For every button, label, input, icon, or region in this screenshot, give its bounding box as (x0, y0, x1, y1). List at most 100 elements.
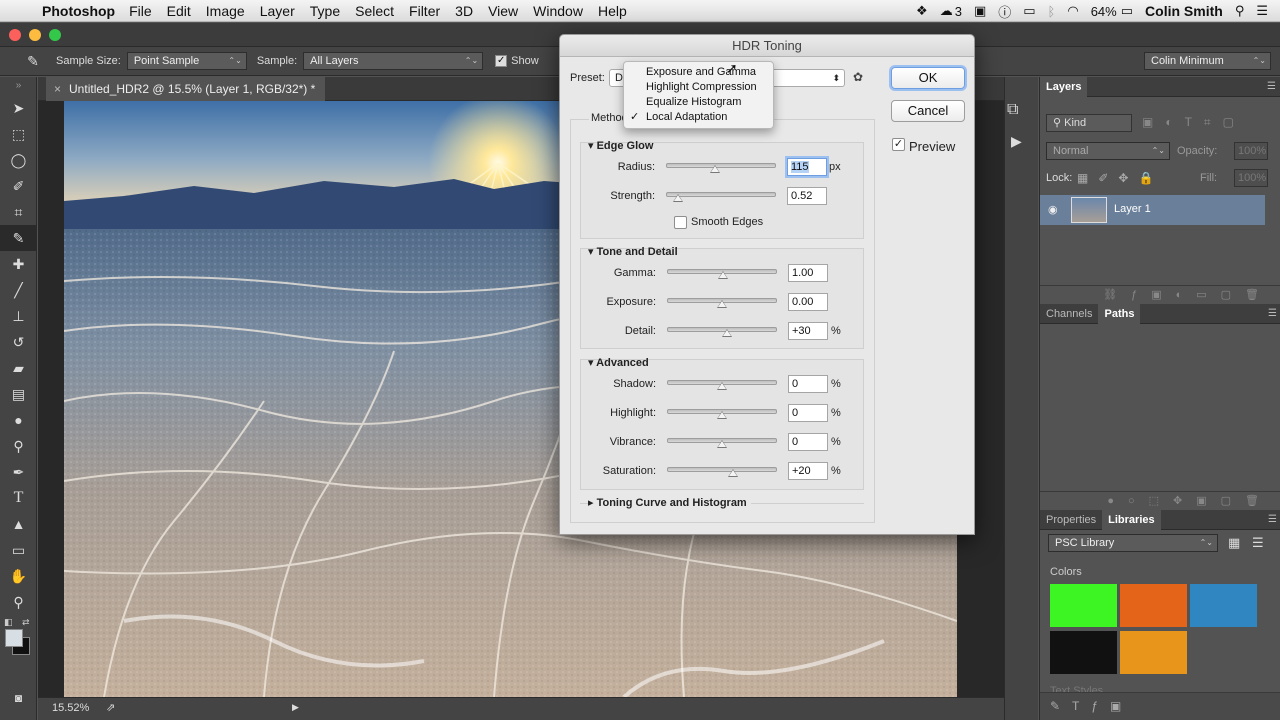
lasso-tool-icon[interactable]: ◯ (0, 147, 37, 173)
move-tool-icon[interactable]: ➤ (0, 95, 37, 121)
edge-glow-heading[interactable]: ▾ Edge Glow (588, 139, 653, 152)
vibrance-slider[interactable] (667, 438, 777, 448)
color-swatch-green[interactable] (1050, 584, 1117, 627)
clone-stamp-tool-icon[interactable]: ⊥ (0, 303, 37, 329)
healing-brush-tool-icon[interactable]: ✚ (0, 251, 37, 277)
actions-panel-icon[interactable]: ▶ (1011, 133, 1022, 150)
menu-image[interactable]: Image (206, 3, 245, 19)
color-swatch-black[interactable] (1050, 631, 1117, 674)
menu-layer[interactable]: Layer (260, 3, 295, 19)
paths-footer-icons[interactable]: ●○⬚✥▣▢🗑 (1040, 491, 1280, 509)
menu-view[interactable]: View (488, 3, 518, 19)
menu-select[interactable]: Select (355, 3, 394, 19)
menu-edit[interactable]: Edit (167, 3, 191, 19)
tab-paths[interactable]: Paths (1098, 303, 1141, 324)
zoom-window-button[interactable] (49, 29, 61, 41)
color-swatch-amber[interactable] (1120, 631, 1187, 674)
exposure-field[interactable]: 0.00 (788, 293, 828, 311)
strength-field[interactable]: 0.52 (787, 187, 827, 205)
minimize-window-button[interactable] (29, 29, 41, 41)
highlight-field[interactable]: 0 (788, 404, 828, 422)
layers-footer-icons[interactable]: ⛓ƒ▣◐▭▢🗑 (1040, 285, 1280, 303)
menu-3d[interactable]: 3D (455, 3, 473, 19)
preset-options-gear-icon[interactable]: ✿ (853, 70, 863, 84)
hand-tool-icon[interactable]: ✋ (0, 563, 37, 589)
default-colors-icon[interactable]: ◧ (4, 617, 13, 628)
lock-icons[interactable]: ▦✐✥🔒 (1077, 171, 1163, 185)
user-name[interactable]: Colin Smith (1145, 3, 1223, 19)
path-selection-tool-icon[interactable]: ▲ (0, 511, 37, 537)
detail-slider[interactable] (667, 327, 777, 337)
strength-slider[interactable] (666, 192, 776, 202)
blend-mode-select[interactable]: Normal (1046, 142, 1170, 160)
tab-layers[interactable]: Layers (1040, 76, 1088, 97)
history-brush-tool-icon[interactable]: ↺ (0, 329, 37, 355)
export-icon[interactable]: ⇗ (106, 701, 115, 714)
menu-help[interactable]: Help (598, 3, 627, 19)
exposure-slider[interactable] (667, 298, 777, 308)
dodge-tool-icon[interactable]: ⚲ (0, 433, 37, 459)
highlight-slider[interactable] (667, 409, 777, 419)
method-option-local-adaptation[interactable]: ✓ Local Adaptation (624, 110, 775, 125)
radius-slider[interactable] (666, 163, 776, 173)
shadow-slider[interactable] (667, 380, 777, 390)
zoom-level[interactable]: 15.52% (52, 702, 89, 714)
layer-filter-icons[interactable]: ▣◐T⌗▢ (1142, 115, 1246, 130)
shadow-field[interactable]: 0 (788, 375, 828, 393)
quick-selection-tool-icon[interactable]: ✐ (0, 173, 37, 199)
saturation-slider[interactable] (667, 467, 777, 477)
paths-panel-menu-icon[interactable]: ☰ (1268, 308, 1277, 319)
rectangle-tool-icon[interactable]: ▭ (0, 537, 37, 563)
smooth-edges-checkbox[interactable] (674, 216, 687, 229)
tab-libraries[interactable]: Libraries (1102, 509, 1161, 530)
airplay-icon[interactable]: ▭ (1023, 3, 1035, 19)
libraries-panel-menu-icon[interactable]: ☰ (1268, 514, 1277, 525)
libraries-footer-icons[interactable]: ✎Tƒ▣ (1040, 692, 1280, 720)
detail-field[interactable]: +30 (788, 322, 828, 340)
status-menu-arrow-icon[interactable]: ▶ (292, 702, 299, 713)
eyedropper-tool-preset-icon[interactable]: ✎ (20, 53, 46, 70)
eyedropper-tool-icon[interactable]: ✎ (0, 225, 37, 251)
close-document-icon[interactable]: × (54, 82, 61, 96)
gamma-slider[interactable] (667, 269, 777, 279)
marquee-tool-icon[interactable]: ⬚ (0, 121, 37, 147)
notification-list-icon[interactable]: ☰ (1256, 3, 1268, 19)
tone-detail-heading[interactable]: ▾ Tone and Detail (588, 245, 678, 258)
info-icon[interactable]: ⓘ (998, 2, 1011, 21)
method-option-highlight-compression[interactable]: Highlight Compression (624, 80, 775, 95)
saturation-field[interactable]: +20 (788, 462, 828, 480)
swap-colors-icon[interactable]: ⇄ (22, 617, 30, 628)
quick-mask-icon[interactable]: ◙ (0, 685, 37, 711)
toning-curve-heading[interactable]: ▸ Toning Curve and Histogram (588, 496, 751, 509)
radius-field[interactable]: 115 (787, 158, 827, 176)
menu-file[interactable]: File (129, 3, 152, 19)
preview-checkbox[interactable]: ✓ (892, 138, 905, 151)
tab-properties[interactable]: Properties (1040, 510, 1102, 530)
type-tool-icon[interactable]: T (0, 485, 37, 511)
wifi-icon[interactable]: ◠ (1067, 3, 1078, 19)
tab-channels[interactable]: Channels (1040, 304, 1098, 324)
sample-size-select[interactable]: Point Sample (126, 52, 247, 70)
ok-button[interactable]: OK (891, 67, 965, 89)
bluetooth-icon[interactable]: ᛒ (1048, 4, 1056, 19)
cancel-button[interactable]: Cancel (891, 100, 965, 122)
fill-field[interactable]: 100% (1234, 169, 1268, 187)
gamma-field[interactable]: 1.00 (788, 264, 828, 282)
spotlight-search-icon[interactable]: ⚲ (1235, 3, 1245, 19)
screen-icon[interactable]: ▣ (974, 3, 986, 19)
history-panel-icon[interactable]: ⧉ (1007, 101, 1018, 119)
advanced-heading[interactable]: ▾ Advanced (588, 356, 649, 369)
dropbox-icon[interactable]: ❖ (916, 3, 928, 19)
menu-filter[interactable]: Filter (409, 3, 440, 19)
opacity-field[interactable]: 100% (1234, 142, 1268, 160)
layer-filter-kind-select[interactable]: ⚲ Kind (1046, 114, 1132, 132)
sample-select[interactable]: All Layers (303, 52, 484, 70)
zoom-tool-icon[interactable]: ⚲ (0, 589, 37, 615)
menu-type[interactable]: Type (310, 3, 340, 19)
brush-tool-icon[interactable]: ╱ (0, 277, 37, 303)
vibrance-field[interactable]: 0 (788, 433, 828, 451)
grid-view-icon[interactable]: ▦ (1228, 535, 1240, 551)
layer-visibility-eye-icon[interactable]: ◉ (1048, 203, 1058, 216)
foreground-color-swatch[interactable] (5, 629, 23, 647)
battery-icon[interactable]: ▭ (1121, 3, 1133, 19)
